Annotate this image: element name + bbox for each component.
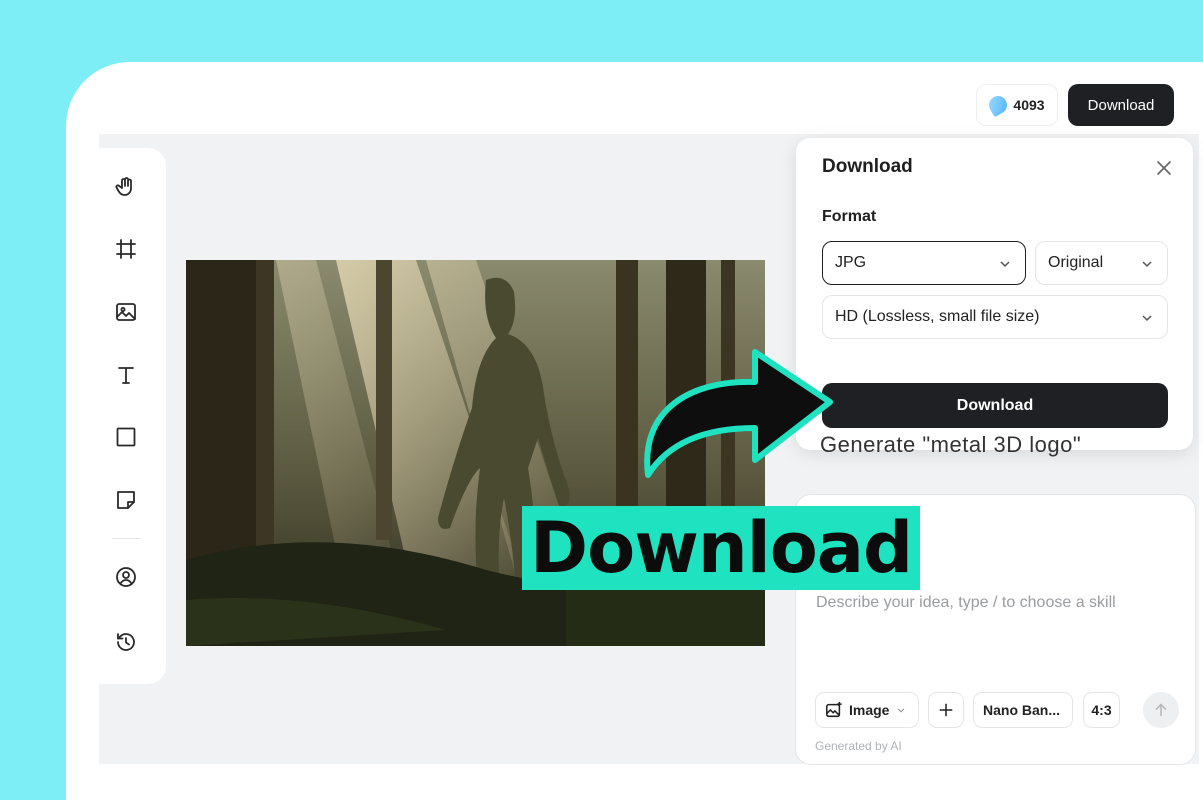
crop-frame-icon[interactable] <box>110 233 142 265</box>
image-icon[interactable] <box>110 296 142 328</box>
download-callout-text: Download <box>522 506 921 590</box>
plus-icon <box>939 703 953 717</box>
model-chip-label: Nano Ban... <box>983 702 1061 718</box>
send-button[interactable] <box>1143 692 1179 728</box>
credits-value: 4093 <box>1013 97 1045 113</box>
format-select-value: JPG <box>835 254 867 271</box>
text-icon[interactable] <box>110 359 142 391</box>
callout-arrow-icon <box>644 349 833 478</box>
ratio-chip[interactable]: 4:3 <box>1083 692 1120 728</box>
quality-select-value: HD (Lossless, small file size) <box>835 308 1040 325</box>
hand-icon[interactable] <box>110 171 142 203</box>
credits-drop-icon <box>986 92 1011 118</box>
close-icon[interactable] <box>1154 158 1174 178</box>
add-button[interactable] <box>928 692 964 728</box>
image-sparkle-icon <box>826 701 842 718</box>
history-icon[interactable] <box>110 626 142 658</box>
header-download-button[interactable]: Download <box>1068 84 1174 126</box>
user-icon[interactable] <box>110 561 142 593</box>
arrow-up-icon <box>1155 703 1167 717</box>
size-select-value: Original <box>1048 254 1104 271</box>
chevron-down-icon <box>1000 261 1010 268</box>
generated-by-ai-note: Generated by AI <box>815 739 902 753</box>
image-mode-chip[interactable]: Image <box>815 692 919 728</box>
chat-input-placeholder[interactable]: Describe your idea, type / to choose a s… <box>816 594 1116 612</box>
chevron-down-icon <box>1142 315 1152 322</box>
format-label: Format <box>822 208 877 225</box>
image-mode-label: Image <box>849 702 890 718</box>
format-select[interactable]: JPG <box>822 241 1026 285</box>
download-panel-title: Download <box>822 156 913 177</box>
sticky-note-icon[interactable] <box>110 484 142 516</box>
left-toolbar <box>99 148 166 684</box>
model-chip[interactable]: Nano Ban... <box>973 692 1073 728</box>
chat-message-peek: Generate "metal 3D logo" <box>820 432 1082 457</box>
rectangle-icon[interactable] <box>110 421 142 453</box>
chevron-down-icon <box>1142 261 1152 268</box>
credits-badge[interactable]: 4093 <box>976 84 1058 126</box>
quality-select[interactable]: HD (Lossless, small file size) <box>822 295 1168 339</box>
chevron-down-icon <box>898 708 905 713</box>
ratio-chip-label: 4:3 <box>1091 702 1112 718</box>
panel-download-button[interactable]: Download <box>822 383 1168 428</box>
size-select[interactable]: Original <box>1035 241 1168 285</box>
toolbar-divider <box>112 538 140 539</box>
